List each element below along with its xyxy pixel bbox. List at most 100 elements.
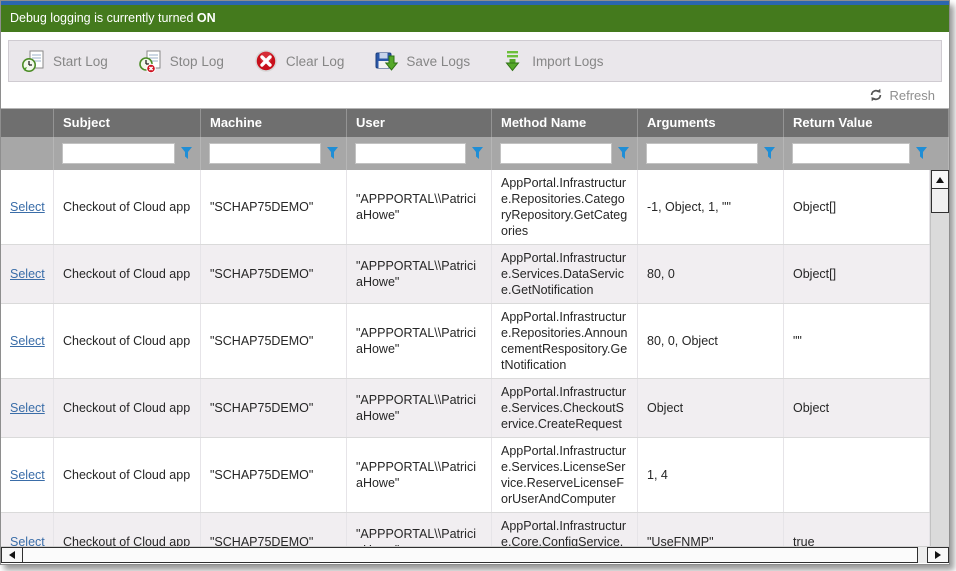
clear-log-icon [254,49,278,73]
arguments-filter-funnel-icon[interactable] [764,147,775,160]
cell-ret: "" [784,304,930,378]
cell-machine: "SCHAP75DEMO" [201,170,347,244]
import-logs-icon [500,49,524,73]
log-toolbar: Start Log Stop Log [8,40,942,82]
method-name-filter-funnel-icon[interactable] [618,147,629,160]
cell-args: -1, Object, 1, "" [638,170,784,244]
stop-log-button[interactable]: Stop Log [138,49,224,73]
grid-viewport: SelectCheckout of Cloud app"SCHAP75DEMO"… [1,170,949,546]
select-link[interactable]: Select [10,400,45,416]
refresh-icon [869,88,883,102]
select-cell: Select [1,170,54,244]
arguments-filter-input[interactable] [646,143,758,164]
table-row: SelectCheckout of Cloud app"SCHAP75DEMO"… [1,379,930,438]
column-header-method-name: Method Name [492,109,638,137]
machine-filter-input[interactable] [209,143,321,164]
cell-ret: Object[] [784,170,930,244]
debug-logging-banner: Debug logging is currently turned ON [1,5,949,32]
machine-filter-funnel-icon[interactable] [327,147,338,160]
cell-subject: Checkout of Cloud app [54,304,201,378]
select-cell: Select [1,438,54,512]
vertical-scrollbar[interactable] [930,170,949,546]
cell-method: AppPortal.Infrastructure.Repositories.Ca… [492,170,638,244]
import-logs-button[interactable]: Import Logs [500,49,603,73]
cell-user: "APPPORTAL\\PatriciaHowe" [347,438,492,512]
cell-machine: "SCHAP75DEMO" [201,513,347,546]
table-row: SelectCheckout of Cloud app"SCHAP75DEMO"… [1,304,930,379]
clear-log-button[interactable]: Clear Log [254,49,345,73]
save-logs-icon [374,49,398,73]
scroll-left-button[interactable] [1,547,23,563]
up-arrow-icon [936,177,944,183]
cell-ret [784,438,930,512]
cell-ret: Object[] [784,245,930,303]
vertical-scrollbar-thumb[interactable] [931,189,949,213]
column-header-machine: Machine [201,109,347,137]
table-row: Select Checkout of Cloud app"SCHAP75DEMO"… [1,170,930,245]
cell-subject: Checkout of Cloud app [54,170,201,244]
save-logs-button[interactable]: Save Logs [374,49,470,73]
table-row: SelectCheckout of Cloud app"SCHAP75DEMO"… [1,513,930,546]
cell-args: "UseFNMP" [638,513,784,546]
grid-header-row: Subject Machine User Method Name Argumen… [1,109,949,137]
user-filter-funnel-icon[interactable] [472,147,483,160]
scroll-right-button[interactable] [927,547,949,563]
column-header-select [1,109,54,137]
select-cell: Select [1,245,54,303]
import-logs-label: Import Logs [532,54,603,69]
cell-machine: "SCHAP75DEMO" [201,245,347,303]
start-log-icon [21,49,45,73]
cell-subject: Checkout of Cloud app [54,379,201,437]
select-cell: Select [1,379,54,437]
select-link[interactable]: Select [10,333,45,349]
grid-rows: SelectCheckout of Cloud app"SCHAP75DEMO"… [1,170,930,546]
select-link[interactable]: Select [10,266,45,282]
filter-cell-subject [54,137,201,170]
left-arrow-icon [9,551,15,559]
cell-subject: Checkout of Cloud app [54,245,201,303]
user-filter-input[interactable] [355,143,466,164]
cell-method: AppPortal.Infrastructure.Services.Licens… [492,438,638,512]
banner-status: ON [197,11,216,25]
cell-method: AppPortal.Infrastructure.Services.Checko… [492,379,638,437]
cell-method: AppPortal.Infrastructure.Repositories.An… [492,304,638,378]
log-grid: Subject Machine User Method Name Argumen… [1,108,949,546]
cell-subject: Checkout of Cloud app [54,438,201,512]
horizontal-scrollbar[interactable] [1,546,949,563]
filter-cell-arguments [638,137,784,170]
select-link[interactable]: Select [10,467,45,483]
stop-log-label: Stop Log [170,54,224,69]
select-cell: Select [1,304,54,378]
cell-method: AppPortal.Infrastructure.Services.DataSe… [492,245,638,303]
column-header-subject: Subject [54,109,201,137]
cell-user: "APPPORTAL\\PatriciaHowe" [347,245,492,303]
cell-ret: true [784,513,930,546]
clear-log-label: Clear Log [286,54,345,69]
start-log-label: Start Log [53,54,108,69]
cell-ret: Object [784,379,930,437]
method-name-filter-input[interactable] [500,143,612,164]
grid-filter-row [1,137,949,170]
save-logs-label: Save Logs [406,54,470,69]
select-link[interactable]: Select [10,199,45,215]
subject-filter-input[interactable] [62,143,175,164]
filter-cell-machine [201,137,347,170]
cell-user: "APPPORTAL\\PatriciaHowe" [347,304,492,378]
cell-method: AppPortal.Infrastructure.Core.ConfigServ… [492,513,638,546]
table-row: Select Checkout of Cloud app"SCHAP75DEMO"… [1,245,930,304]
filter-cell-select [1,137,54,170]
spacer [1,32,949,40]
cell-args: 80, 0, Object [638,304,784,378]
filter-cell-method-name [492,137,638,170]
cell-user: "APPPORTAL\\PatriciaHowe" [347,170,492,244]
return-value-filter-input[interactable] [792,143,910,164]
subject-filter-funnel-icon[interactable] [181,147,192,160]
return-value-filter-funnel-icon[interactable] [916,147,927,160]
horizontal-scrollbar-thumb[interactable] [23,547,918,563]
filter-cell-return-value [784,137,949,170]
refresh-button[interactable]: Refresh [889,88,935,103]
start-log-button[interactable]: Start Log [21,49,108,73]
select-link[interactable]: Select [10,534,45,546]
cell-user: "APPPORTAL\\PatriciaHowe" [347,513,492,546]
scroll-up-button[interactable] [931,170,949,189]
